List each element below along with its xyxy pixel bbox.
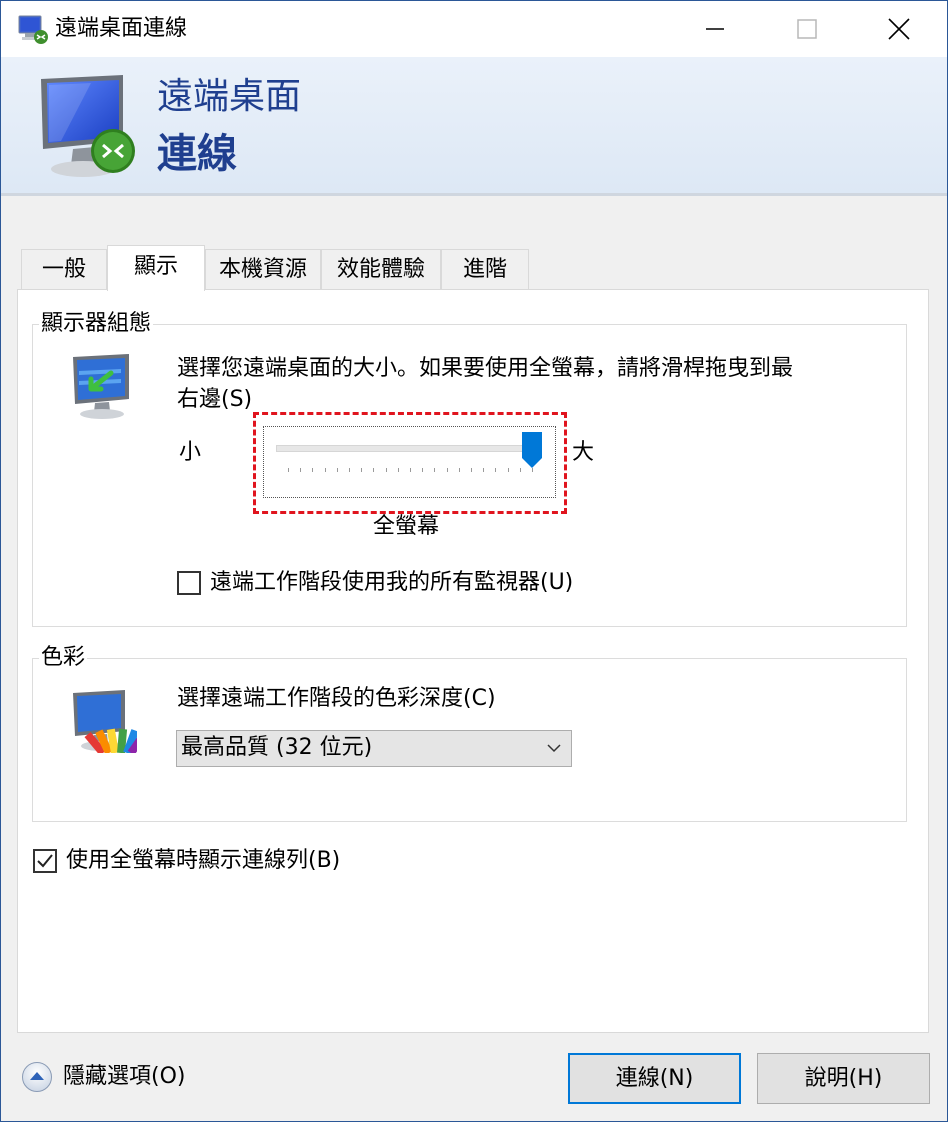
display-size-description-line2: 右邊(S) bbox=[177, 387, 253, 412]
close-icon bbox=[888, 18, 910, 40]
slider-tick bbox=[324, 468, 326, 472]
tab-local-resources[interactable]: 本機資源 bbox=[205, 249, 321, 289]
checkmark-icon bbox=[37, 854, 53, 868]
remote-desktop-monitor-icon bbox=[41, 75, 135, 177]
slider-tick bbox=[373, 468, 375, 472]
slider-min-label: 小 bbox=[179, 440, 202, 465]
tab-general[interactable]: 一般 bbox=[21, 249, 107, 289]
slider-value-label: 全螢幕 bbox=[373, 514, 440, 539]
slider-tick bbox=[288, 468, 289, 472]
slider-tick bbox=[397, 468, 399, 472]
maximize-button[interactable] bbox=[761, 1, 853, 57]
color-depth-select[interactable]: 最高品質 (32 位元) bbox=[176, 730, 572, 767]
connect-button[interactable]: 連線(N) bbox=[568, 1053, 741, 1104]
slider-track[interactable] bbox=[276, 445, 542, 452]
tab-experience[interactable]: 效能體驗 bbox=[321, 249, 441, 289]
slider-tick bbox=[422, 468, 424, 472]
slider-tick bbox=[361, 468, 363, 472]
slider-tick bbox=[434, 468, 436, 472]
close-button[interactable] bbox=[853, 1, 945, 57]
hide-options-toggle-icon[interactable] bbox=[21, 1061, 53, 1093]
color-depth-selected-value: 最高品質 (32 位元) bbox=[181, 735, 373, 760]
slider-tick bbox=[446, 468, 448, 472]
color-depth-description: 選擇遠端工作階段的色彩深度(C) bbox=[177, 686, 496, 711]
slider-tick bbox=[312, 468, 314, 472]
all-monitors-label[interactable]: 遠端工作階段使用我的所有監視器(U) bbox=[210, 569, 573, 597]
banner-title-line1: 遠端桌面 bbox=[157, 76, 302, 117]
maximize-icon bbox=[797, 19, 817, 39]
window-title: 遠端桌面連線 bbox=[55, 16, 188, 41]
tab-display[interactable]: 顯示 bbox=[107, 245, 205, 291]
slider-tick bbox=[385, 468, 387, 472]
slider-tick bbox=[349, 468, 350, 472]
slider-tick bbox=[336, 468, 338, 472]
slider-tick bbox=[410, 468, 411, 472]
slider-tick bbox=[507, 468, 509, 472]
color-group-title: 色彩 bbox=[39, 644, 88, 672]
header-banner: 遠端桌面 連線 bbox=[1, 57, 947, 196]
display-size-description-line1: 選擇您遠端桌面的大小。如果要使用全螢幕，請將滑桿拖曳到最 bbox=[177, 356, 794, 381]
slider-tick bbox=[471, 468, 472, 472]
all-monitors-checkbox[interactable] bbox=[177, 571, 201, 595]
chevron-down-icon bbox=[547, 744, 561, 753]
display-size-slider[interactable] bbox=[263, 426, 556, 498]
monitor-resize-icon bbox=[73, 354, 129, 419]
color-palette-monitor-icon bbox=[73, 690, 137, 753]
remote-desktop-window: 遠端桌面連線 遠端桌面 連線 一般 顯示 本機資源 效能體驗 進階 顯示器組態 … bbox=[0, 0, 948, 1122]
slider-tick bbox=[300, 468, 302, 472]
slider-tick bbox=[458, 468, 460, 472]
slider-tick bbox=[483, 468, 485, 472]
display-config-title: 顯示器組態 bbox=[39, 310, 154, 338]
slider-max-label: 大 bbox=[572, 440, 595, 465]
connection-bar-checkbox[interactable] bbox=[33, 849, 57, 873]
title-bar[interactable]: 遠端桌面連線 bbox=[1, 1, 947, 57]
slider-thumb[interactable] bbox=[521, 431, 543, 469]
banner-title-line2: 連線 bbox=[157, 131, 237, 177]
connection-bar-label[interactable]: 使用全螢幕時顯示連線列(B) bbox=[66, 847, 340, 875]
minimize-button[interactable] bbox=[669, 1, 761, 57]
remote-desktop-app-icon bbox=[18, 15, 48, 44]
help-button[interactable]: 說明(H) bbox=[757, 1053, 930, 1104]
minimize-icon bbox=[706, 28, 724, 30]
tab-advanced[interactable]: 進階 bbox=[441, 249, 529, 289]
slider-tick bbox=[495, 468, 497, 472]
hide-options-label[interactable]: 隱藏選項(O) bbox=[63, 1063, 185, 1091]
